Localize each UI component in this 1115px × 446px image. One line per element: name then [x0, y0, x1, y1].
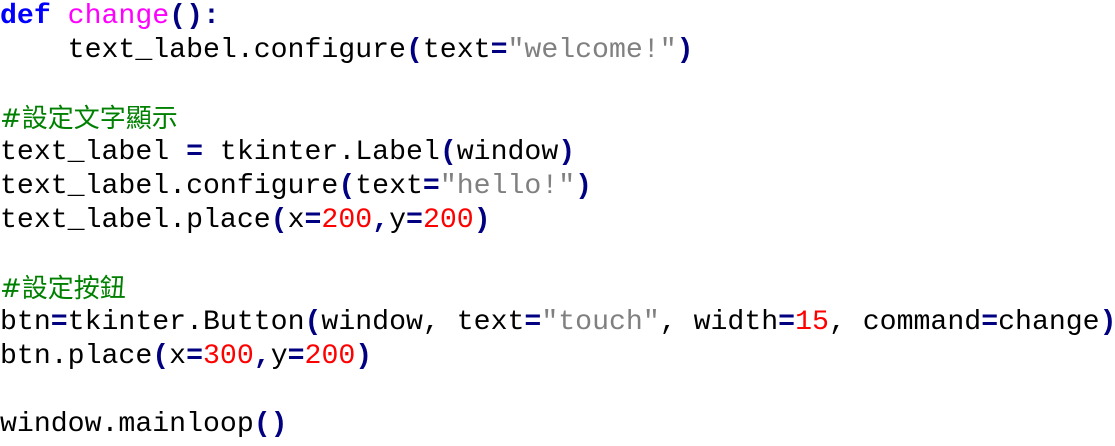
- code-token: window.mainloop: [0, 409, 254, 440]
- code-line[interactable]: [0, 68, 1115, 102]
- code-token: window: [456, 137, 559, 168]
- code-token: 200: [321, 205, 373, 236]
- code-token: 300: [203, 341, 254, 372]
- code-token: "touch": [541, 307, 660, 338]
- code-line[interactable]: #設定按鈕: [0, 272, 1115, 306]
- code-token: =: [490, 35, 508, 66]
- code-token: =: [406, 205, 423, 236]
- code-comment: #設定文字顯示: [0, 104, 178, 134]
- code-token: y: [389, 205, 407, 236]
- code-token: x: [287, 205, 305, 236]
- code-token: change: [998, 307, 1100, 338]
- code-token: text: [355, 171, 423, 202]
- code-token: =: [287, 341, 305, 372]
- code-line[interactable]: [0, 374, 1115, 408]
- code-token: def: [0, 1, 51, 32]
- code-token: y: [270, 341, 288, 372]
- code-token: =: [778, 307, 796, 338]
- code-token: , command: [828, 307, 982, 338]
- code-token: ():: [169, 1, 220, 32]
- code-token: (: [405, 35, 423, 66]
- code-comment: #設定按鈕: [0, 274, 126, 304]
- code-token: "welcome!": [507, 35, 677, 66]
- code-line[interactable]: [0, 238, 1115, 272]
- code-line[interactable]: btn=tkinter.Button(window, text="touch",…: [0, 306, 1115, 340]
- code-token: (: [439, 137, 457, 168]
- code-token: "hello!": [439, 171, 576, 202]
- code-token: =: [981, 307, 999, 338]
- code-token: (): [253, 409, 288, 440]
- code-token: tkinter.Label: [203, 137, 440, 168]
- code-token: text_label.place: [0, 205, 271, 236]
- code-token: ,: [253, 341, 271, 372]
- code-token: tkinter.Button: [67, 307, 305, 338]
- code-line[interactable]: window.mainloop(): [0, 408, 1115, 442]
- code-token: ): [355, 341, 373, 372]
- code-token: =: [304, 205, 322, 236]
- code-line[interactable]: text_label = tkinter.Label(window): [0, 136, 1115, 170]
- code-token: btn.place: [0, 341, 153, 372]
- code-token: btn: [0, 307, 51, 338]
- code-token: =: [186, 341, 204, 372]
- code-token: =: [50, 307, 68, 338]
- code-line[interactable]: text_label.place(x=200,y=200): [0, 204, 1115, 238]
- code-line[interactable]: def change():: [0, 0, 1115, 34]
- code-line[interactable]: text_label.configure(text="hello!"): [0, 170, 1115, 204]
- code-token: =: [524, 307, 542, 338]
- code-token: text_label.configure: [0, 35, 406, 66]
- code-token: text: [422, 35, 491, 66]
- code-token: 200: [422, 205, 474, 236]
- code-token: 200: [304, 341, 356, 372]
- code-token: (: [338, 171, 356, 202]
- code-token: ): [1099, 307, 1115, 338]
- code-token: text_label: [0, 137, 187, 168]
- code-token: =: [186, 137, 203, 168]
- code-token: ): [676, 35, 694, 66]
- code-editor[interactable]: def change(): text_label.configure(text=…: [0, 0, 1115, 446]
- code-line[interactable]: #設定文字顯示: [0, 102, 1115, 136]
- code-token: change: [67, 1, 170, 32]
- code-line[interactable]: text_label.configure(text="welcome!"): [0, 34, 1115, 68]
- code-token: ): [558, 137, 576, 168]
- code-token: 15: [795, 307, 829, 338]
- code-token: (: [304, 307, 322, 338]
- code-token: text_label.configure: [0, 171, 339, 202]
- code-token: , width: [659, 307, 779, 338]
- code-token: (: [152, 341, 170, 372]
- code-token: =: [422, 171, 440, 202]
- code-token: ): [575, 171, 593, 202]
- code-line[interactable]: btn.place(x=300,y=200): [0, 340, 1115, 374]
- code-token: x: [169, 341, 187, 372]
- code-token: ,: [372, 205, 390, 236]
- code-token: window, text: [321, 307, 525, 338]
- code-token: (: [270, 205, 288, 236]
- code-token: ): [473, 205, 491, 236]
